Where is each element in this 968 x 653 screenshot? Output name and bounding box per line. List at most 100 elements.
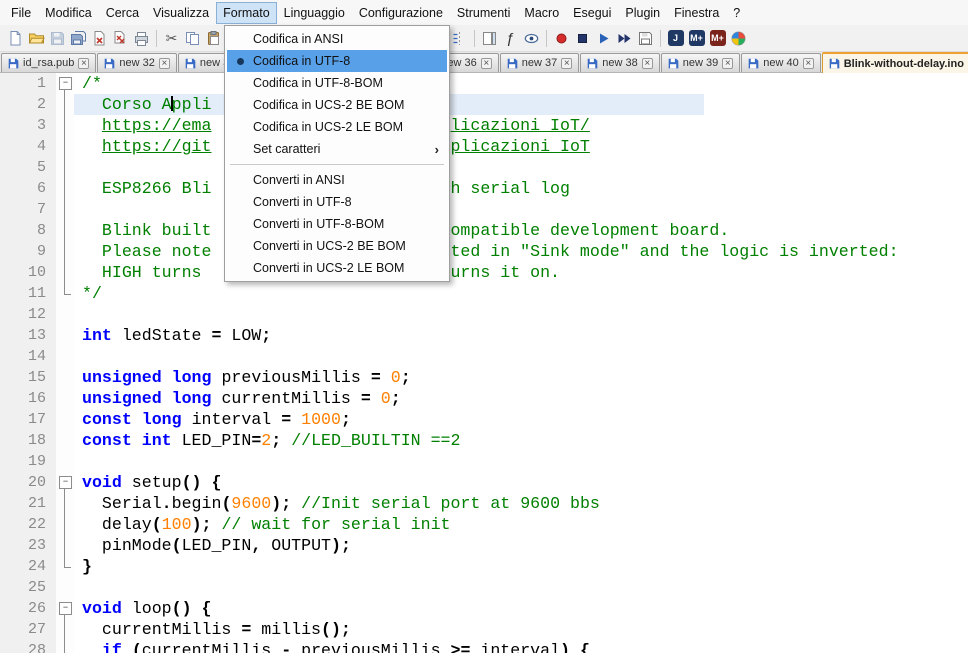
- format-menu-item-codifica-in-utf-8-bom[interactable]: Codifica in UTF-8-BOM: [227, 72, 447, 94]
- code-text[interactable]: Blink built ompatible development board.: [74, 220, 968, 241]
- code-text[interactable]: delay(100); // wait for serial init: [74, 514, 968, 535]
- code-text[interactable]: [74, 346, 968, 367]
- menu-item-esegui[interactable]: Esegui: [566, 2, 618, 24]
- code-text[interactable]: HIGH turns urns it on.: [74, 262, 968, 283]
- close-icon[interactable]: [89, 28, 110, 49]
- code-text[interactable]: [74, 199, 968, 220]
- code-text[interactable]: [74, 577, 968, 598]
- code-text[interactable]: https://git plicazioni_IoT: [74, 136, 968, 157]
- line-number: 9: [0, 241, 56, 262]
- tab-close-icon[interactable]: ×: [722, 58, 733, 69]
- plugin-converter-icon[interactable]: [728, 28, 749, 49]
- code-text[interactable]: const int LED_PIN=2; //LED_BUILTIN ==2: [74, 430, 968, 451]
- code-text[interactable]: const long interval = 1000;: [74, 409, 968, 430]
- monitoring-icon[interactable]: [521, 28, 542, 49]
- menu-item-macro[interactable]: Macro: [517, 2, 566, 24]
- menu-item-finestra[interactable]: Finestra: [667, 2, 726, 24]
- code-text[interactable]: unsigned long previousMillis = 0;: [74, 367, 968, 388]
- code-text[interactable]: Serial.begin(9600); //Init serial port a…: [74, 493, 968, 514]
- tab-new-40[interactable]: new 40×: [741, 53, 820, 72]
- code-text[interactable]: }: [74, 556, 968, 577]
- toolbar-separator: [546, 30, 547, 47]
- fold-margin: [56, 304, 74, 325]
- tab-new-39[interactable]: new 39×: [661, 53, 740, 72]
- open-file-icon[interactable]: [26, 28, 47, 49]
- menu-item-formato[interactable]: Formato: [216, 2, 277, 24]
- tab-new-37[interactable]: new 37×: [500, 53, 579, 72]
- code-text[interactable]: [74, 304, 968, 325]
- function-list-icon[interactable]: ƒ: [500, 28, 521, 49]
- print-icon[interactable]: [131, 28, 152, 49]
- code-text[interactable]: Corso Appli: [74, 94, 968, 115]
- line-number: 25: [0, 577, 56, 598]
- save-icon[interactable]: [47, 28, 68, 49]
- cut-icon[interactable]: ✂: [161, 28, 182, 49]
- menu-item-help[interactable]: ?: [726, 2, 747, 24]
- tab-id-rsa-pub[interactable]: id_rsa.pub×: [1, 53, 96, 72]
- code-text[interactable]: unsigned long currentMillis = 0;: [74, 388, 968, 409]
- line-number: 11: [0, 283, 56, 304]
- format-menu-item-codifica-in-ucs-2-be-bom[interactable]: Codifica in UCS-2 BE BOM: [227, 94, 447, 116]
- stop-macro-icon[interactable]: [572, 28, 593, 49]
- code-text[interactable]: Please note ted in "Sink mode" and the l…: [74, 241, 968, 262]
- tab-close-icon[interactable]: ×: [481, 58, 492, 69]
- fold-collapse-icon[interactable]: [56, 598, 74, 619]
- paste-icon[interactable]: [203, 28, 224, 49]
- menu-item-file[interactable]: File: [4, 2, 38, 24]
- line-number: 13: [0, 325, 56, 346]
- plugin-mime-tools-2-icon[interactable]: M+: [707, 28, 728, 49]
- tab-close-icon[interactable]: ×: [159, 58, 170, 69]
- code-text[interactable]: [74, 451, 968, 472]
- copy-icon[interactable]: [182, 28, 203, 49]
- code-text[interactable]: [74, 157, 968, 178]
- code-text[interactable]: /*: [74, 73, 968, 94]
- fold-collapse-icon[interactable]: [56, 73, 74, 94]
- format-menu-item-codifica-in-utf-8[interactable]: Codifica in UTF-8: [227, 50, 447, 72]
- menu-item-modifica[interactable]: Modifica: [38, 2, 99, 24]
- indent-guide-icon[interactable]: [449, 28, 470, 49]
- save-all-icon[interactable]: [68, 28, 89, 49]
- plugin-mime-tools-icon[interactable]: M+: [686, 28, 707, 49]
- format-menu-item-converti-in-ucs-2-le-bom[interactable]: Converti in UCS-2 LE BOM: [227, 257, 447, 279]
- tab-blink-without-delay-ino[interactable]: Blink-without-delay.ino×: [822, 52, 968, 73]
- menu-item-visualizza[interactable]: Visualizza: [146, 2, 216, 24]
- tab-close-icon[interactable]: ×: [642, 58, 653, 69]
- format-menu-item-codifica-in-ucs-2-le-bom[interactable]: Codifica in UCS-2 LE BOM: [227, 116, 447, 138]
- format-menu-item-converti-in-utf-8[interactable]: Converti in UTF-8: [227, 191, 447, 213]
- close-all-icon[interactable]: [110, 28, 131, 49]
- tab-new-32[interactable]: new 32×: [97, 53, 176, 72]
- code-text[interactable]: currentMillis = millis();: [74, 619, 968, 640]
- code-text[interactable]: */: [74, 283, 968, 304]
- tab-close-icon[interactable]: ×: [78, 58, 89, 69]
- play-macro-icon[interactable]: [593, 28, 614, 49]
- format-menu-item-converti-in-ucs-2-be-bom[interactable]: Converti in UCS-2 BE BOM: [227, 235, 447, 257]
- run-macro-multiple-icon[interactable]: [614, 28, 635, 49]
- plugin-json-icon[interactable]: J: [665, 28, 686, 49]
- menu-item-cerca[interactable]: Cerca: [99, 2, 146, 24]
- format-menu-item-converti-in-utf-8-bom[interactable]: Converti in UTF-8-BOM: [227, 213, 447, 235]
- tab-close-icon[interactable]: ×: [803, 58, 814, 69]
- format-menu-item-set-caratteri[interactable]: Set caratteri›: [227, 138, 447, 160]
- menu-item-configurazione[interactable]: Configurazione: [352, 2, 450, 24]
- code-text[interactable]: pinMode(LED_PIN, OUTPUT);: [74, 535, 968, 556]
- code-text[interactable]: if (currentMillis - previousMillis >= in…: [74, 640, 968, 653]
- menu-item-linguaggio[interactable]: Linguaggio: [277, 2, 352, 24]
- save-macro-icon[interactable]: [635, 28, 656, 49]
- code-text[interactable]: void setup() {: [74, 472, 968, 493]
- code-text[interactable]: https://ema licazioni_IoT/: [74, 115, 968, 136]
- line-number: 23: [0, 535, 56, 556]
- document-map-icon[interactable]: [479, 28, 500, 49]
- menu-item-strumenti[interactable]: Strumenti: [450, 2, 518, 24]
- record-macro-icon[interactable]: [551, 28, 572, 49]
- format-menu-item-converti-in-ansi[interactable]: Converti in ANSI: [227, 169, 447, 191]
- code-text[interactable]: void loop() {: [74, 598, 968, 619]
- new-file-icon[interactable]: [5, 28, 26, 49]
- tab-close-icon[interactable]: ×: [561, 58, 572, 69]
- line-number: 3: [0, 115, 56, 136]
- fold-collapse-icon[interactable]: [56, 472, 74, 493]
- format-menu-item-codifica-in-ansi[interactable]: Codifica in ANSI: [227, 28, 447, 50]
- code-text[interactable]: ESP8266 Bli h serial log: [74, 178, 968, 199]
- tab-new-38[interactable]: new 38×: [580, 53, 659, 72]
- menu-item-plugin[interactable]: Plugin: [618, 2, 667, 24]
- code-text[interactable]: int ledState = LOW;: [74, 325, 968, 346]
